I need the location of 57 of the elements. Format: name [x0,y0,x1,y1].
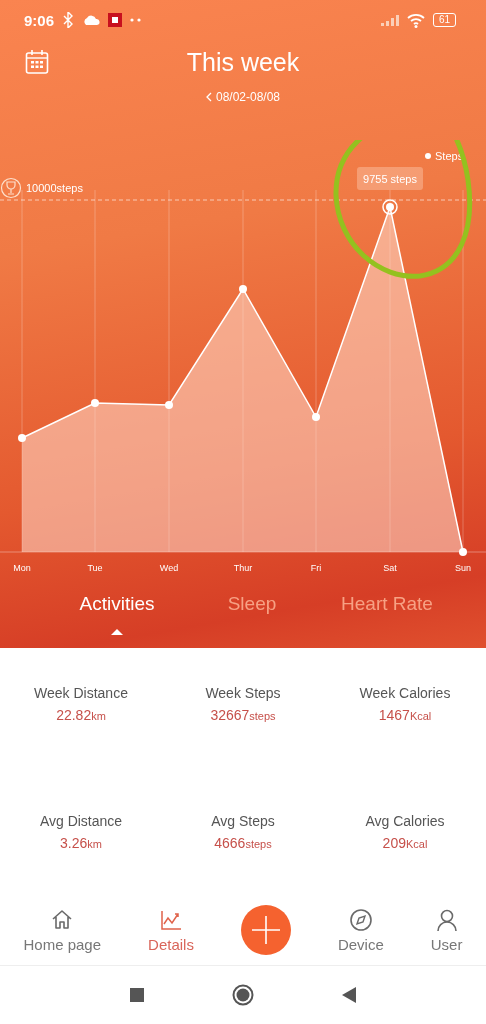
page-title: This week [186,47,300,77]
day-label: Wed [159,563,179,573]
bluetooth-icon [62,12,75,28]
nav-tab[interactable]: User [430,907,463,953]
stat-value: 22.82km [55,707,107,723]
stat-value: 1467Kcal [377,707,433,723]
tooltip-background [357,167,423,190]
day-label: Tue [87,563,103,573]
nav-tab[interactable]: Device [337,907,384,953]
day-label: Sat [383,563,397,573]
tab[interactable]: Activities [49,587,185,635]
tab-indicator [111,629,123,635]
stat-value: 209Kcal [381,835,429,851]
data-point[interactable] [459,548,467,556]
chevron-left-icon [205,92,212,102]
home-button[interactable] [232,984,254,1006]
selected-point[interactable] [382,199,398,215]
day-label: Mon [13,563,31,573]
data-point[interactable] [18,434,26,442]
app-icon [108,13,123,27]
more-icon [130,17,142,23]
stat-value: 32667steps [209,707,277,723]
data-point[interactable] [312,413,320,421]
compass-icon [348,907,373,932]
tab[interactable]: Heart Rate [319,587,455,635]
tab[interactable]: Sleep [184,587,320,635]
cloud-icon [82,13,101,27]
nav-tab[interactable]: Home page [23,907,102,953]
day-label: Thur [233,563,253,573]
calendar-icon[interactable] [25,50,49,74]
wifi-icon [406,12,425,28]
stat-label: Week Steps [204,685,282,701]
stat-label: Week Distance [33,685,129,701]
stat-label: Avg Calories [364,813,446,829]
data-point[interactable] [165,401,173,409]
trophy-icon [0,177,22,199]
person-icon [434,907,459,932]
stat-value: 4666steps [213,835,273,851]
nav-tab[interactable]: Details [148,907,194,953]
date-range-button[interactable]: 08/02-08/08 [205,90,281,104]
battery-icon: 61 [432,13,456,27]
day-label: Sun [455,563,471,573]
clock-time: 9:06 [24,11,55,29]
legend-dot [425,153,431,159]
stat-label: Avg Distance [38,813,124,829]
stat-label: Avg Steps [210,813,276,829]
stat-value: 3.26km [59,835,103,851]
add-button[interactable] [240,905,291,955]
tooltip-text: 9755 steps [363,173,417,185]
data-point[interactable] [239,285,247,293]
signal-icon [380,14,399,26]
day-label: Fri [310,563,322,573]
plus-icon [251,916,280,944]
data-point[interactable] [91,399,99,407]
goal-label: 10000steps [26,182,83,194]
back-button[interactable] [342,987,356,1003]
stat-label: Week Calories [358,685,452,701]
